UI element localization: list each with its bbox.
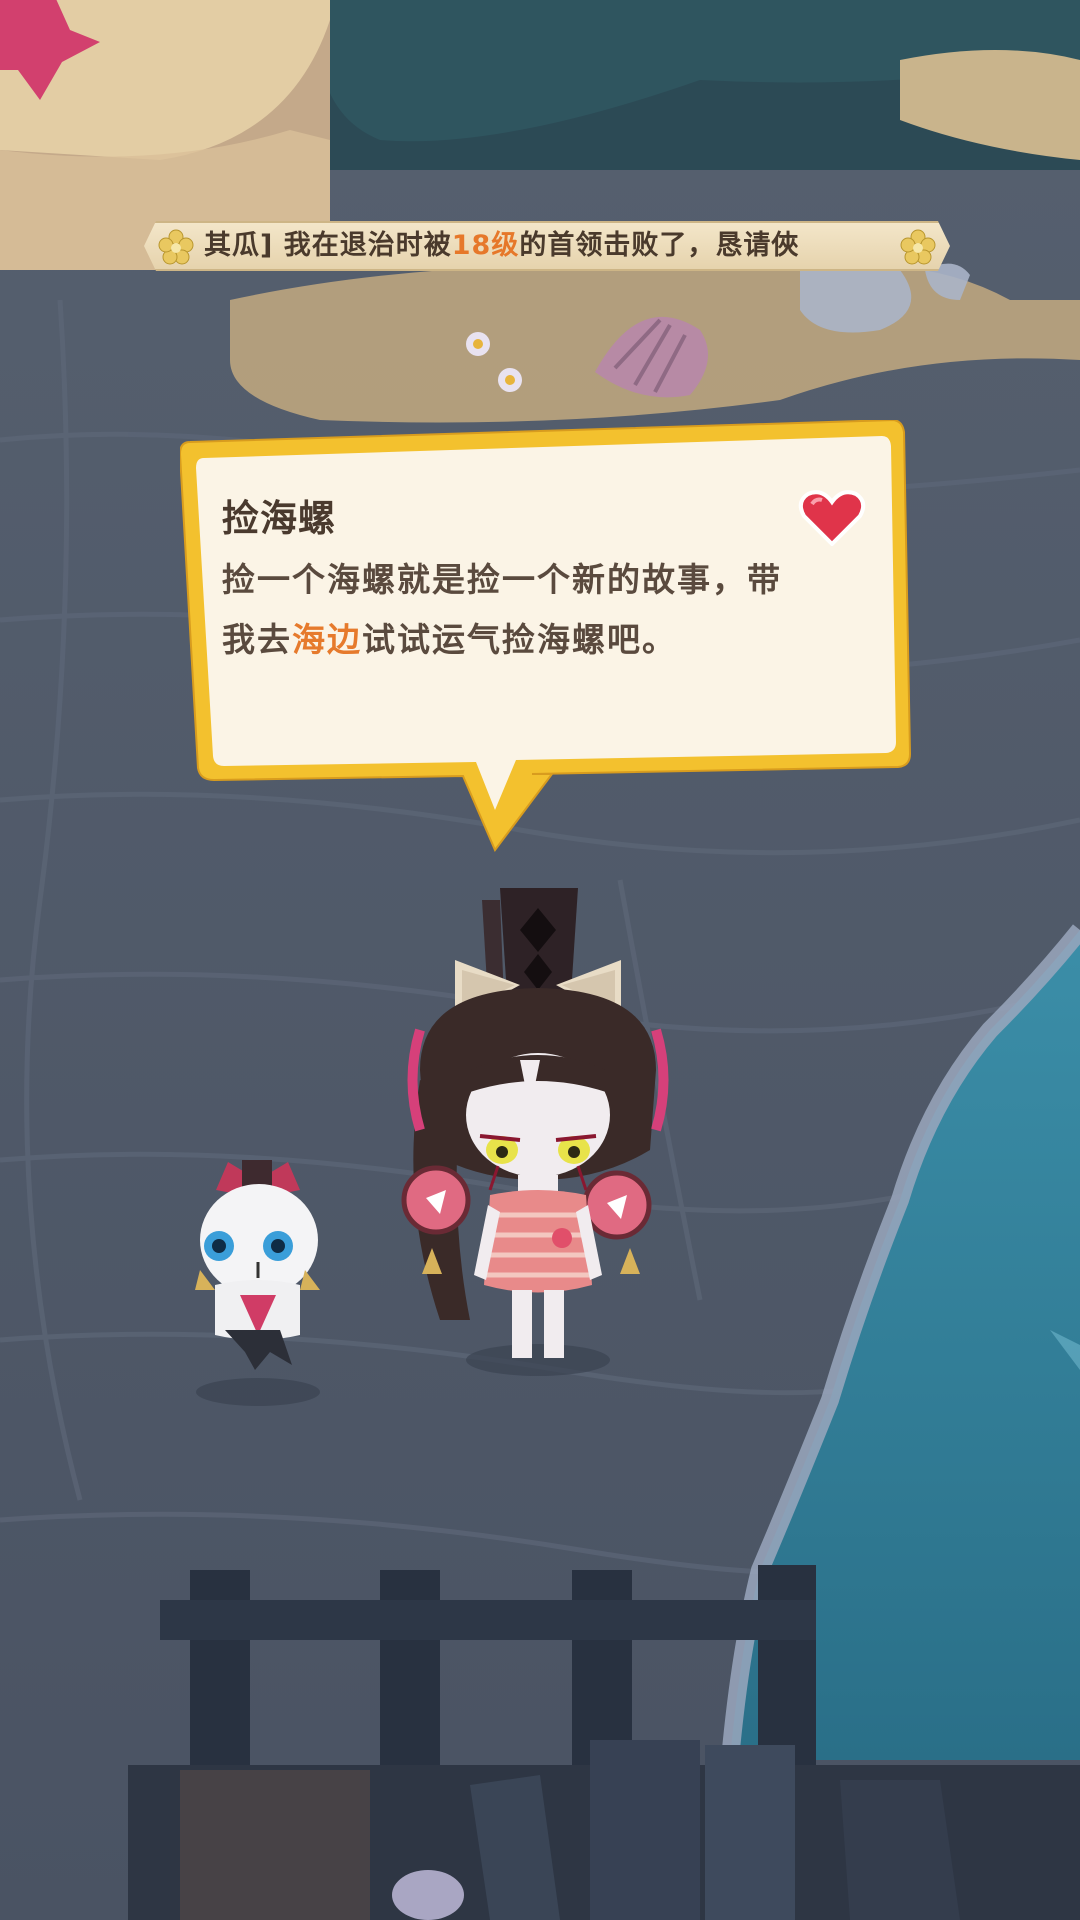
heart-icon[interactable] — [798, 490, 866, 546]
quest-title: 捡海螺 — [222, 497, 336, 540]
announcement-ticker[interactable]: 其瓜] 我在退治时被18级的首领击败了，恳请俠 — [144, 221, 950, 271]
quest-description-prefix: 我去 — [222, 620, 292, 659]
quest-description-line-2: 我去海边试试运气捡海螺吧。 — [222, 610, 882, 670]
quest-description: 捡一个海螺就是捡一个新的故事，带 我去海边试试运气捡海螺吧。 — [222, 550, 882, 670]
ticker-level-highlight: 18级 — [451, 230, 520, 261]
pier-planks — [128, 1740, 1080, 1920]
flower-icon — [158, 229, 194, 265]
quest-description-suffix: 试试运气捡海螺吧。 — [362, 620, 677, 659]
ticker-message-prefix: 其瓜] 我在退治时被 — [204, 230, 452, 261]
quest-location-highlight: 海边 — [292, 620, 362, 659]
ticker-message: 其瓜] 我在退治时被18级的首领击败了，恳请俠 — [204, 223, 894, 269]
beach-scene — [0, 0, 1080, 1920]
ticker-message-suffix: 的首领击败了，恳请俠 — [519, 230, 800, 261]
game-screen: 其瓜] 我在退治时被18级的首领击败了，恳请俠 捡海螺 捡一个海螺就是捡一个新的… — [0, 0, 1080, 1920]
flower-icon — [900, 229, 936, 265]
quest-description-line-1: 捡一个海螺就是捡一个新的故事，带 — [222, 560, 782, 599]
